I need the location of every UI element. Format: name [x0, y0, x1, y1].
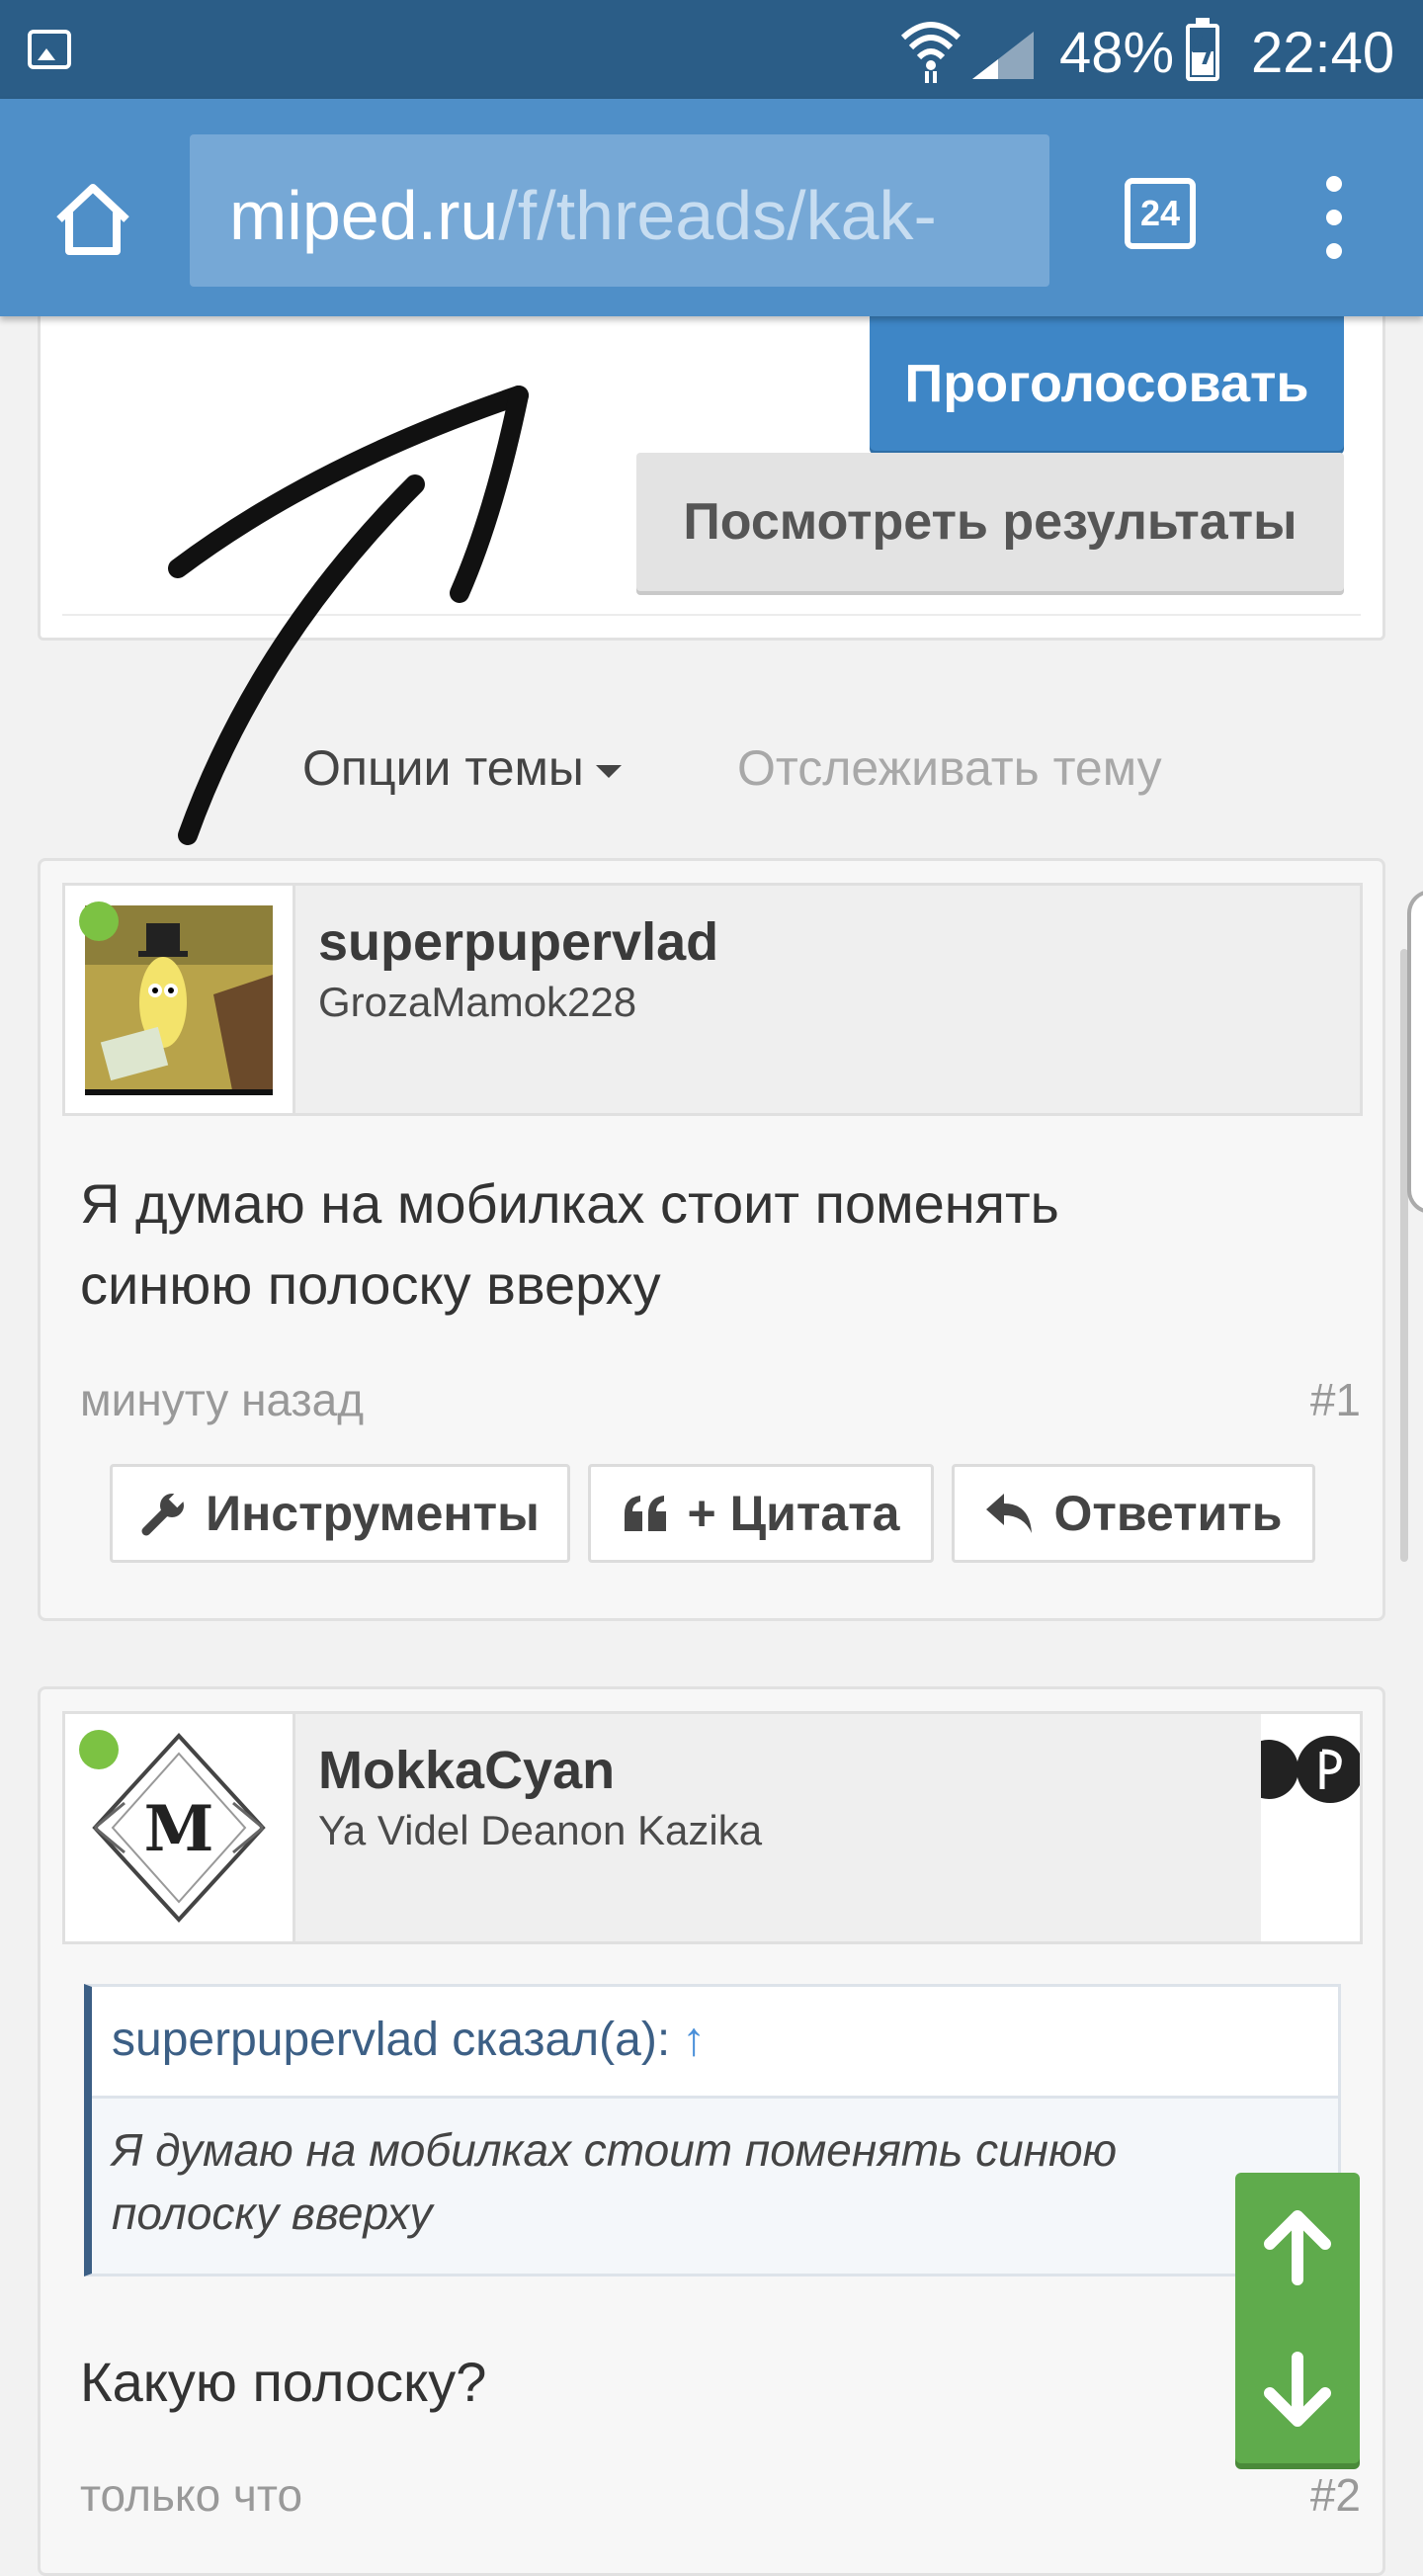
- scroll-nav: [1235, 2173, 1360, 2463]
- battery-percent: 48%: [1059, 21, 1175, 85]
- user-info: superpupervlad GrozaMamok228: [62, 883, 1363, 1116]
- browser-toolbar: miped.ru/f/threads/kak- 24: [0, 99, 1423, 316]
- arrow-up-icon: [1264, 2209, 1331, 2285]
- url-path: /f/threads/kak-: [498, 177, 937, 254]
- quote-text: Я думаю на мобилках стоит поменять синюю…: [112, 2118, 1297, 2245]
- quote-block: superpupervlad сказал(а): ↑ Я думаю на мо…: [84, 1984, 1341, 2276]
- playstation-icon: [1261, 1714, 1360, 1941]
- address-bar[interactable]: miped.ru/f/threads/kak-: [190, 134, 1049, 287]
- avatar[interactable]: [65, 886, 295, 1113]
- post-author[interactable]: superpupervlad: [318, 911, 718, 973]
- reply-button[interactable]: Ответить: [952, 1464, 1315, 1563]
- user-title: GrozaMamok228: [318, 979, 637, 1025]
- arrow-down-icon: [1264, 2351, 1331, 2427]
- edge-panel-handle[interactable]: [1407, 890, 1423, 1214]
- reply-icon: [986, 1494, 1033, 1533]
- quote-author: superpupervlad сказал(а):: [112, 2014, 671, 2066]
- post-date[interactable]: только что: [80, 2468, 302, 2522]
- scroll-to-top-button[interactable]: [1235, 2173, 1360, 2318]
- post-number[interactable]: #2: [1310, 2468, 1361, 2522]
- online-indicator: [79, 902, 119, 941]
- post-message: Какую полоску?: [80, 2351, 487, 2413]
- message-line: Я думаю на мобилках стоит поменять: [80, 1172, 1059, 1235]
- view-results-button[interactable]: Посмотреть результаты: [636, 453, 1344, 591]
- thread-options-dropdown[interactable]: Опции темы: [302, 739, 622, 797]
- avatar-letter: M: [144, 1792, 214, 1866]
- clock: 22:40: [1251, 21, 1395, 85]
- reply-label: Ответить: [1053, 1486, 1283, 1541]
- caret-down-icon: [595, 765, 622, 779]
- post-date[interactable]: минуту назад: [80, 1373, 364, 1426]
- post-2: M MokkaCyan Ya Videl Deanon Kazika super…: [38, 1686, 1385, 2576]
- wrench-icon: [141, 1490, 188, 1536]
- tools-button[interactable]: Инструменты: [110, 1464, 570, 1563]
- tools-label: Инструменты: [206, 1486, 540, 1541]
- post-message: Я думаю на мобилках стоит поменять синюю…: [80, 1163, 1059, 1326]
- thread-options-label: Опции темы: [302, 740, 584, 796]
- charging-bolt-icon: ϟ: [1192, 30, 1214, 73]
- user-info: M MokkaCyan Ya Videl Deanon Kazika: [62, 1711, 1363, 1944]
- message-line: синюю полоску вверху: [80, 1253, 661, 1316]
- scroll-to-bottom-button[interactable]: [1235, 2318, 1360, 2463]
- wifi-icon: [900, 22, 962, 83]
- quote-line: Я думаю на мобилках стоит поменять синюю: [112, 2124, 1118, 2176]
- home-icon[interactable]: [51, 176, 134, 259]
- quote-header: superpupervlad сказал(а): ↑: [112, 2013, 706, 2067]
- user-title: Ya Videl Deanon Kazika: [318, 1807, 763, 1853]
- online-indicator: [79, 1730, 119, 1769]
- post-1: superpupervlad GrozaMamok228 Я думаю на …: [38, 858, 1385, 1621]
- quote-line: полоску вверху: [112, 2188, 433, 2239]
- url-domain: miped.ru: [229, 177, 499, 254]
- quote-button[interactable]: + Цитата: [588, 1464, 934, 1563]
- tabs-button[interactable]: 24: [1125, 178, 1196, 249]
- signal-icon: [972, 32, 1034, 79]
- gallery-icon: [28, 30, 71, 69]
- jump-to-quote-link[interactable]: ↑: [682, 2014, 706, 2066]
- watch-thread-link[interactable]: Отслеживать тему: [737, 739, 1162, 797]
- vote-button[interactable]: Проголосовать: [870, 316, 1344, 451]
- avatar[interactable]: M: [65, 1714, 295, 1941]
- quote-label: + Цитата: [687, 1486, 900, 1541]
- post-number[interactable]: #1: [1310, 1373, 1361, 1426]
- post-author[interactable]: MokkaCyan: [318, 1740, 615, 1801]
- status-bar: 48% ϟ 22:40: [0, 0, 1423, 99]
- quote-icon: [624, 1496, 666, 1531]
- overflow-menu-icon[interactable]: [1314, 176, 1354, 259]
